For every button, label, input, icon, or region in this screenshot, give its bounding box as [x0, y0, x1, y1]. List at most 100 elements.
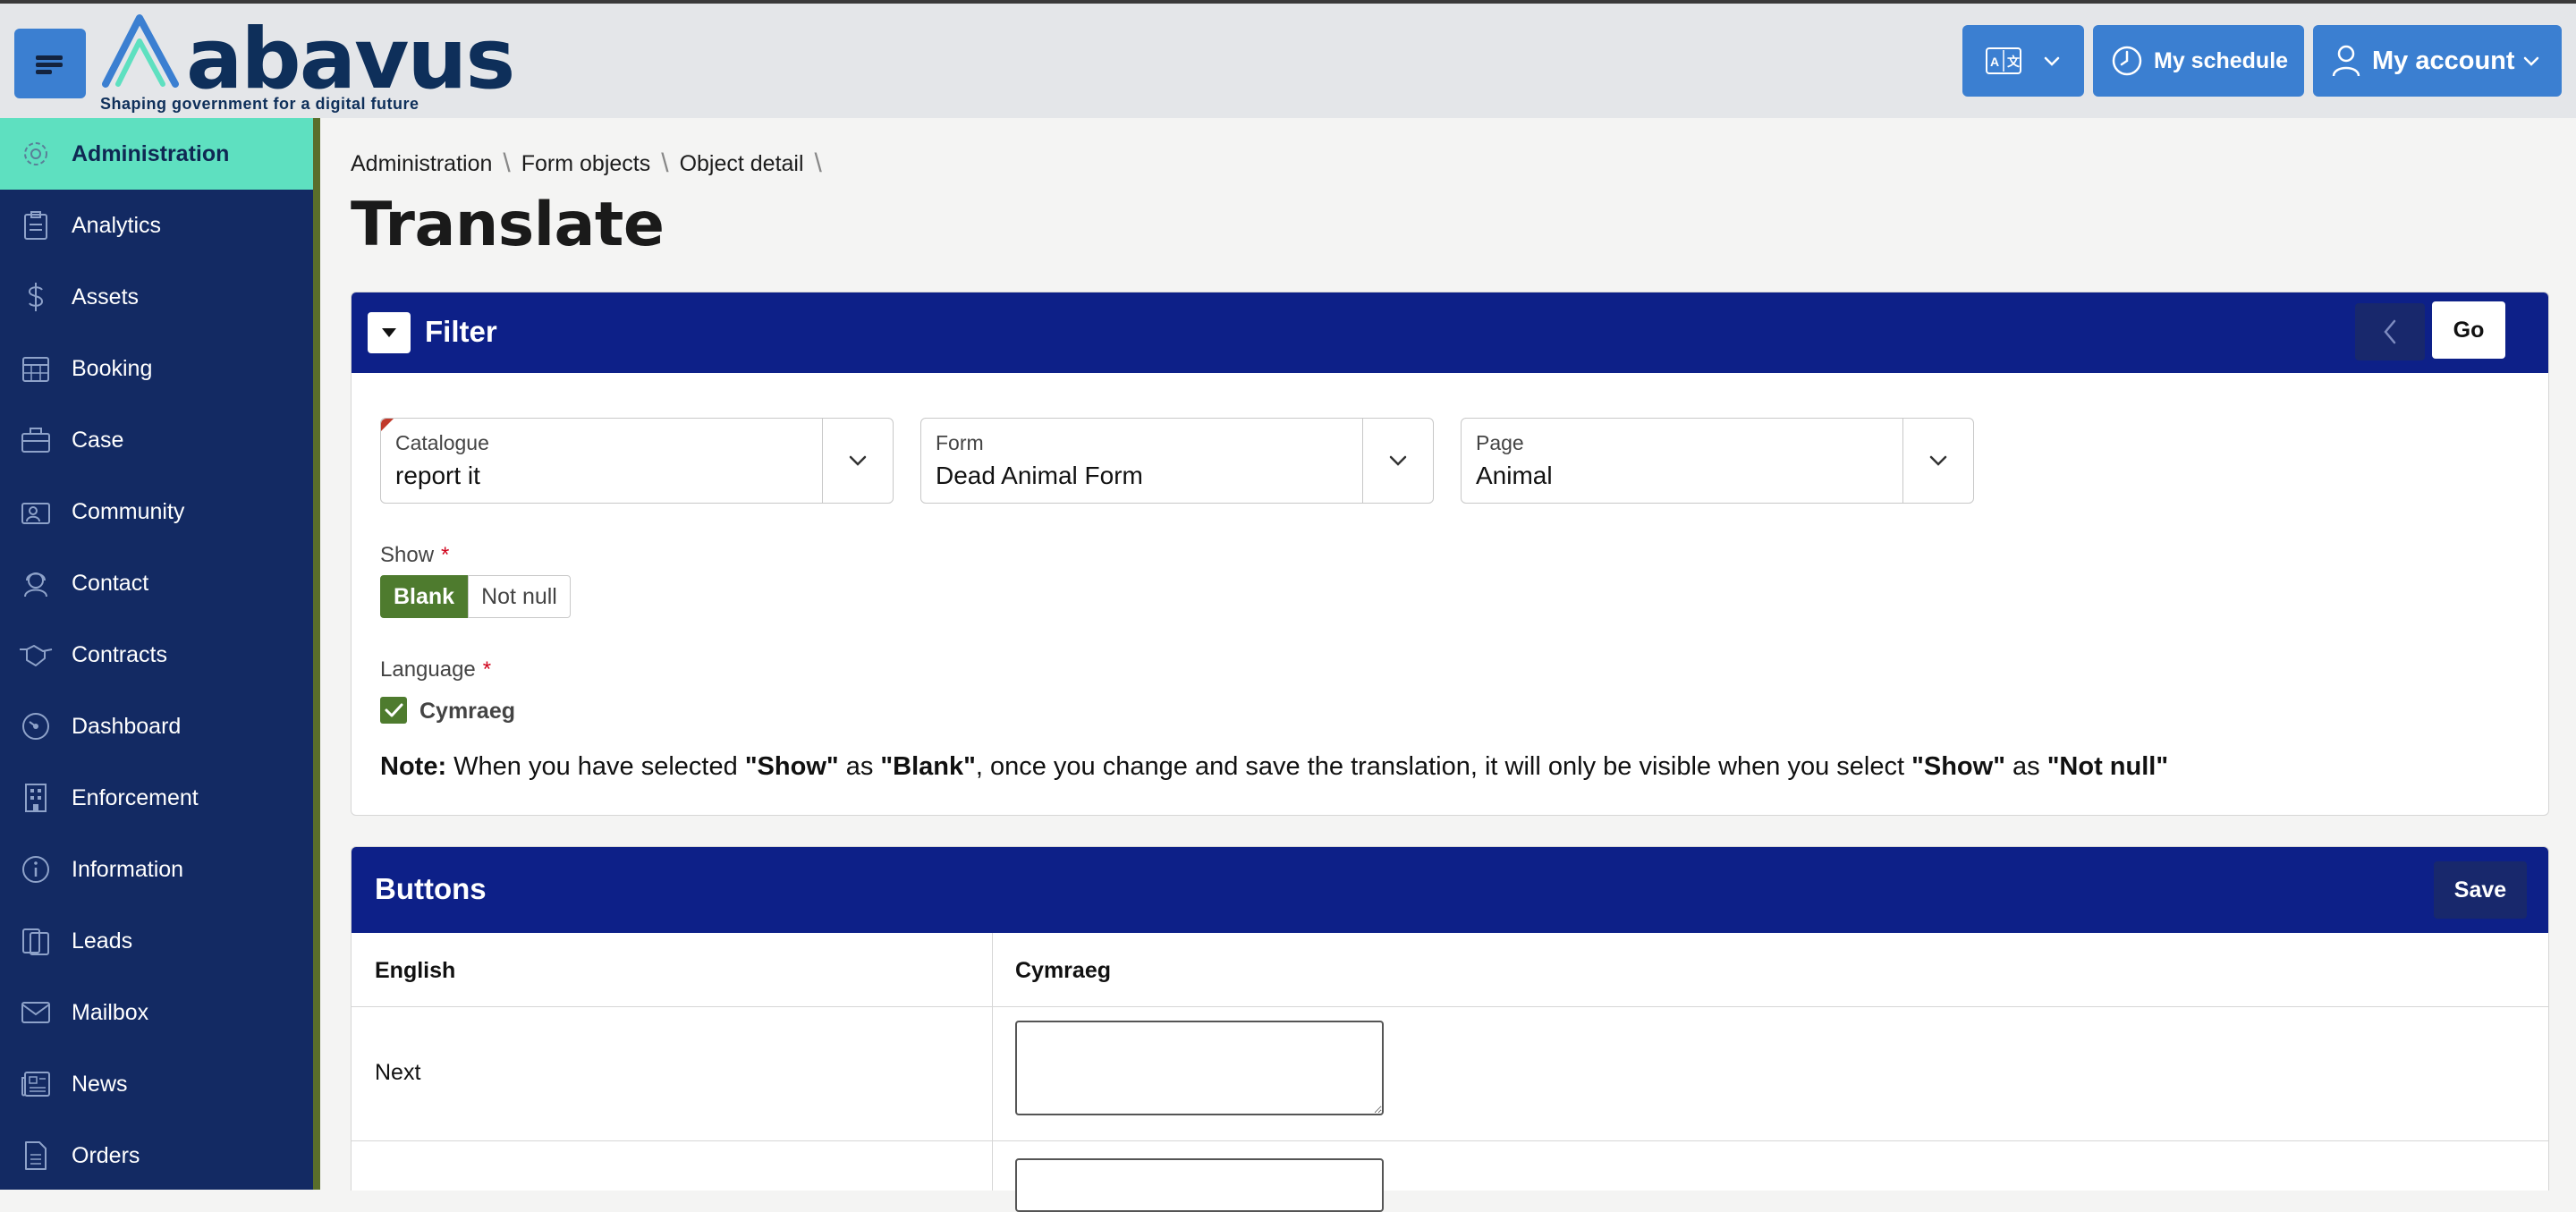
breadcrumb-object-detail[interactable]: Object detail [680, 151, 804, 177]
sidebar-item-label: Information [72, 856, 184, 882]
breadcrumb-form-objects[interactable]: Form objects [521, 151, 650, 177]
show-option-not-null[interactable]: Not null [468, 575, 571, 618]
sidebar-item-enforcement[interactable]: Enforcement [0, 762, 313, 834]
catalogue-label: Catalogue [395, 431, 489, 454]
buttons-title: Buttons [375, 872, 487, 905]
filter-panel: Filter Go Catalogue report it Form Dead … [351, 292, 2549, 816]
chevron-down-icon[interactable] [822, 419, 893, 503]
sidebar-item-dashboard[interactable]: Dashboard [0, 691, 313, 762]
breadcrumb-separator: \ [503, 148, 511, 178]
sidebar-item-information[interactable]: Information [0, 834, 313, 905]
cymraeg-translation-input[interactable] [1015, 1158, 1384, 1212]
sidebar-item-orders[interactable]: Orders [0, 1120, 313, 1191]
info-icon [18, 852, 54, 887]
cymraeg-translation-input[interactable] [1015, 1021, 1384, 1115]
catalogue-select[interactable]: Catalogue report it [380, 418, 894, 504]
sidebar-item-community[interactable]: Community [0, 476, 313, 547]
sidebar-scrollbar[interactable] [313, 118, 320, 1190]
sidebar-item-label: Contact [72, 570, 149, 596]
sidebar-item-label: Leads [72, 928, 133, 953]
show-toggle: Blank Not null [380, 575, 571, 618]
sidebar-item-label: Analytics [72, 212, 162, 238]
caret-down-icon [382, 328, 396, 337]
show-label: Show * [380, 543, 450, 567]
calendar-icon [18, 351, 54, 386]
required-asterisk: * [441, 543, 450, 567]
chevron-down-icon [2044, 56, 2060, 66]
language-switch-button[interactable]: A 文 [1962, 25, 2084, 97]
breadcrumb-administration[interactable]: Administration [351, 151, 492, 177]
briefcase-icon [18, 422, 54, 458]
sidebar-item-analytics[interactable]: Analytics [0, 190, 313, 261]
clipboard-icon [18, 208, 54, 243]
sidebar-item-mailbox[interactable]: Mailbox [0, 977, 313, 1048]
sidebar-item-case[interactable]: Case [0, 404, 313, 476]
check-icon [385, 703, 403, 717]
chevron-down-icon [2523, 56, 2538, 66]
my-schedule-label: My schedule [2154, 47, 2289, 73]
form-value: Dead Animal Form [936, 462, 1143, 489]
previous-button[interactable] [2355, 303, 2425, 360]
logo-tagline: Shaping government for a digital future [100, 95, 419, 113]
sidebar-item-assets[interactable]: Assets [0, 261, 313, 333]
app-header: abavus Shaping government for a digital … [0, 4, 2576, 118]
save-button[interactable]: Save [2434, 861, 2527, 919]
sidebar-item-label: Administration [72, 140, 230, 166]
abavus-logo[interactable]: abavus Shaping government for a digital … [97, 9, 515, 116]
required-indicator [381, 419, 394, 431]
translate-icon: A 文 [1986, 47, 2021, 74]
go-button[interactable]: Go [2432, 301, 2505, 359]
newspaper-icon [18, 1066, 54, 1102]
sidebar-item-label: Booking [72, 355, 153, 381]
column-header-english: English [375, 958, 456, 983]
chevron-down-icon[interactable] [1362, 419, 1433, 503]
envelope-icon [18, 995, 54, 1030]
column-header-cymraeg: Cymraeg [1015, 958, 1111, 983]
cymraeg-checkbox[interactable] [380, 697, 407, 724]
form-select[interactable]: Form Dead Animal Form [920, 418, 1434, 504]
my-schedule-button[interactable]: My schedule [2093, 25, 2304, 97]
page-select[interactable]: Page Animal [1461, 418, 1974, 504]
filter-title: Filter [425, 315, 497, 348]
page-label: Page [1476, 431, 1524, 454]
handshake-icon [18, 637, 54, 673]
form-label: Form [936, 431, 984, 454]
gear-icon [18, 136, 54, 172]
user-icon [2332, 45, 2360, 77]
menu-toggle-button[interactable] [14, 29, 86, 98]
breadcrumb: Administration \ Form objects \ Object d… [351, 148, 833, 179]
logo-wordmark: abavus [186, 11, 515, 108]
my-account-button[interactable]: My account [2313, 25, 2562, 97]
sidebar-item-administration[interactable]: Administration [0, 118, 313, 190]
page-value: Animal [1476, 462, 1553, 489]
people-icon [18, 494, 54, 530]
clipboard-list-icon [18, 923, 54, 959]
sidebar-item-news[interactable]: News [0, 1048, 313, 1120]
show-option-blank[interactable]: Blank [380, 575, 469, 618]
sidebar-item-booking[interactable]: Booking [0, 333, 313, 404]
sidebar-item-contracts[interactable]: Contracts [0, 619, 313, 691]
sidebar-item-label: Orders [72, 1142, 140, 1168]
sidebar-item-label: Enforcement [72, 784, 199, 810]
logo-mark-icon [102, 14, 179, 88]
chevron-down-icon[interactable] [1902, 419, 1973, 503]
table-header: English Cymraeg [352, 933, 2548, 1007]
sidebar-item-contact[interactable]: Contact [0, 547, 313, 619]
buttons-panel: Buttons Save English Cymraeg Next [351, 846, 2549, 1212]
headset-icon [18, 565, 54, 601]
breadcrumb-separator: \ [661, 148, 669, 178]
filter-panel-header: Filter Go [352, 292, 2548, 373]
cymraeg-checkbox-label[interactable]: Cymraeg [419, 699, 515, 725]
sidebar-item-leads[interactable]: Leads [0, 905, 313, 977]
english-text: Next [375, 1060, 421, 1085]
buttons-panel-header: Buttons Save [352, 847, 2548, 933]
collapse-filter-button[interactable] [368, 312, 411, 353]
document-icon [18, 1138, 54, 1174]
sidebar-nav: Administration Analytics Assets Booking … [0, 118, 313, 1190]
building-icon [18, 780, 54, 816]
language-label: Language * [380, 657, 492, 682]
sidebar-item-label: Dashboard [72, 713, 182, 739]
sidebar-item-label: Assets [72, 284, 140, 309]
dollar-icon [18, 279, 54, 315]
filter-note: Note: When you have selected "Show" as "… [380, 752, 2169, 781]
